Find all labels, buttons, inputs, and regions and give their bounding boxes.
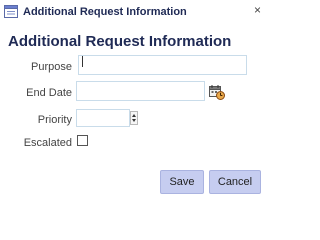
- save-button[interactable]: Save: [160, 170, 204, 194]
- escalated-label: Escalated: [23, 137, 72, 149]
- priority-spinner-icon[interactable]: [130, 111, 138, 125]
- purpose-input[interactable]: [78, 55, 247, 75]
- window-title: Additional Request Information: [23, 6, 187, 18]
- spinner-up-icon[interactable]: [132, 114, 136, 117]
- end-date-label: End Date: [26, 87, 72, 99]
- text-cursor: [82, 56, 83, 67]
- additional-request-dialog: Additional Request Information × Additio…: [0, 0, 267, 225]
- escalated-checkbox[interactable]: [77, 135, 88, 146]
- title-bar: Additional Request Information ×: [0, 0, 267, 24]
- calendar-clock-icon[interactable]: [209, 84, 225, 100]
- spinner-down-icon[interactable]: [132, 119, 136, 122]
- priority-input[interactable]: [76, 109, 130, 127]
- purpose-label: Purpose: [31, 61, 72, 73]
- close-icon[interactable]: ×: [254, 3, 261, 17]
- end-date-input[interactable]: [76, 81, 205, 101]
- window-icon: [4, 5, 18, 18]
- cancel-button[interactable]: Cancel: [209, 170, 261, 194]
- form-heading: Additional Request Information: [8, 33, 232, 50]
- priority-label: Priority: [37, 114, 72, 126]
